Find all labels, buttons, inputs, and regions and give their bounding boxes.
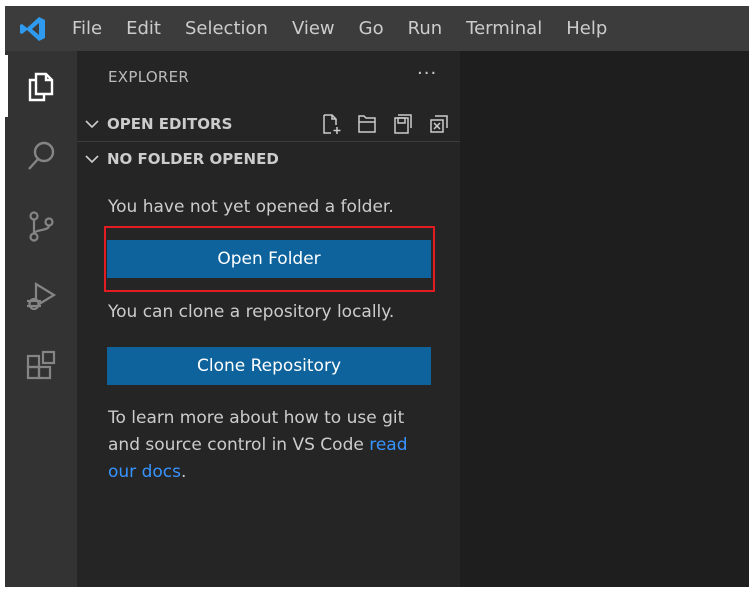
period-text: . [180, 462, 187, 482]
sidebar-title: EXPLORER [108, 68, 190, 86]
new-file-icon[interactable] [320, 113, 342, 139]
open-editors-label: OPEN EDITORS [107, 115, 233, 133]
menu-selection[interactable]: Selection [173, 6, 280, 51]
run-debug-icon[interactable] [5, 261, 77, 331]
extensions-icon[interactable] [5, 331, 77, 401]
learn-more-line-2: and source control in VS Code read [108, 435, 408, 455]
vscode-logo-icon [5, 6, 60, 51]
no-folder-message: You have not yet opened a folder. [108, 197, 394, 217]
activity-bar [5, 51, 77, 587]
open-editors-actions [320, 113, 450, 139]
menu-edit[interactable]: Edit [114, 6, 173, 51]
explorer-icon[interactable] [5, 51, 77, 121]
search-icon[interactable] [5, 121, 77, 191]
read-docs-link[interactable]: read [369, 435, 407, 455]
clone-message: You can clone a repository locally. [108, 302, 395, 322]
chevron-down-icon [77, 119, 107, 129]
menu-help[interactable]: Help [554, 6, 619, 51]
explorer-sidebar: EXPLORER ··· OPEN EDITORS NO FOLDER OPEN… [77, 51, 460, 587]
menu-terminal[interactable]: Terminal [454, 6, 554, 51]
title-bar: File Edit Selection View Go Run Terminal… [5, 6, 749, 51]
no-folder-label: NO FOLDER OPENED [107, 150, 279, 168]
our-docs-link[interactable]: our docs [108, 462, 181, 482]
learn-more-line-3: our docs. [108, 462, 186, 482]
menu-run[interactable]: Run [396, 6, 455, 51]
open-editors-header[interactable]: OPEN EDITORS [77, 107, 460, 141]
save-all-icon[interactable] [392, 113, 414, 139]
open-folder-button[interactable]: Open Folder [107, 240, 431, 278]
vscode-window: File Edit Selection View Go Run Terminal… [5, 6, 749, 587]
learn-more-text: and source control in VS Code [108, 435, 370, 455]
learn-more-line-1: To learn more about how to use git [108, 408, 405, 428]
close-all-icon[interactable] [428, 113, 450, 139]
menu-view[interactable]: View [280, 6, 347, 51]
more-actions-icon[interactable]: ··· [417, 63, 437, 84]
clone-repository-button[interactable]: Clone Repository [107, 347, 431, 385]
no-folder-header[interactable]: NO FOLDER OPENED [77, 142, 460, 176]
new-folder-icon[interactable] [356, 113, 378, 139]
menu-go[interactable]: Go [347, 6, 396, 51]
chevron-down-icon [77, 154, 107, 164]
editor-area [460, 51, 749, 587]
source-control-icon[interactable] [5, 191, 77, 261]
menu-file[interactable]: File [60, 6, 114, 51]
